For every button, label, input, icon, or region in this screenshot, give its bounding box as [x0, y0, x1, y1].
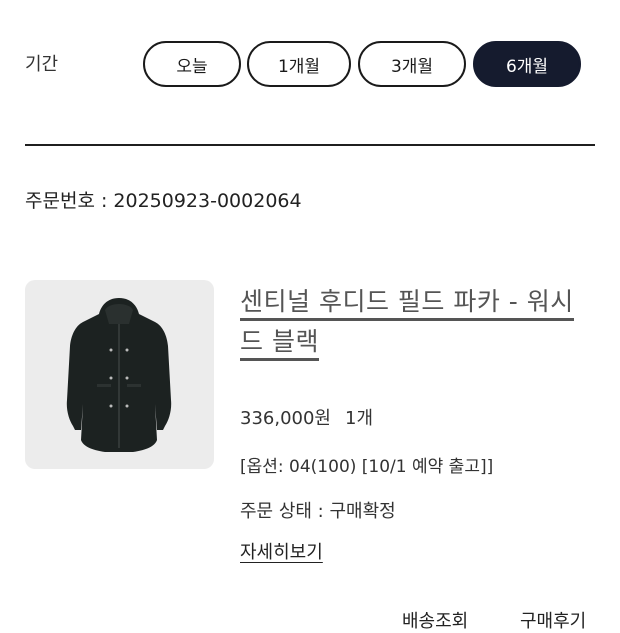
period-3-month-button[interactable]: 3개월	[358, 41, 466, 87]
period-6-month-button[interactable]: 6개월	[473, 41, 581, 87]
price-quantity: 336,000원 1개	[240, 404, 373, 430]
track-shipping-button[interactable]: 배송조회	[402, 607, 468, 633]
period-filter: 기간 오늘 1개월 3개월 6개월	[0, 0, 620, 130]
section-divider	[25, 144, 595, 146]
period-1-month-button[interactable]: 1개월	[247, 41, 351, 87]
product-thumbnail[interactable]	[25, 280, 214, 469]
product-name-link[interactable]: 센티널 후디드 필드 파카 - 워시 드 블랙	[240, 282, 600, 362]
product-name-line-1: 센티널 후디드 필드 파카 - 워시	[240, 287, 574, 321]
parka-image	[66, 298, 172, 452]
order-number: 주문번호 : 20250923-0002064	[25, 190, 302, 212]
order-status: 주문 상태 : 구매확정	[240, 501, 396, 522]
product-option: [옵션: 04(100) [10/1 예약 출고]]	[240, 457, 494, 477]
product-name-line-2: 드 블랙	[240, 327, 319, 361]
product-quantity: 1개	[345, 408, 374, 429]
period-today-button[interactable]: 오늘	[143, 41, 241, 87]
view-details-link[interactable]: 자세히보기	[240, 538, 323, 564]
write-review-button[interactable]: 구매후기	[520, 607, 586, 633]
product-price: 336,000원	[240, 408, 331, 429]
period-label: 기간	[25, 54, 59, 75]
